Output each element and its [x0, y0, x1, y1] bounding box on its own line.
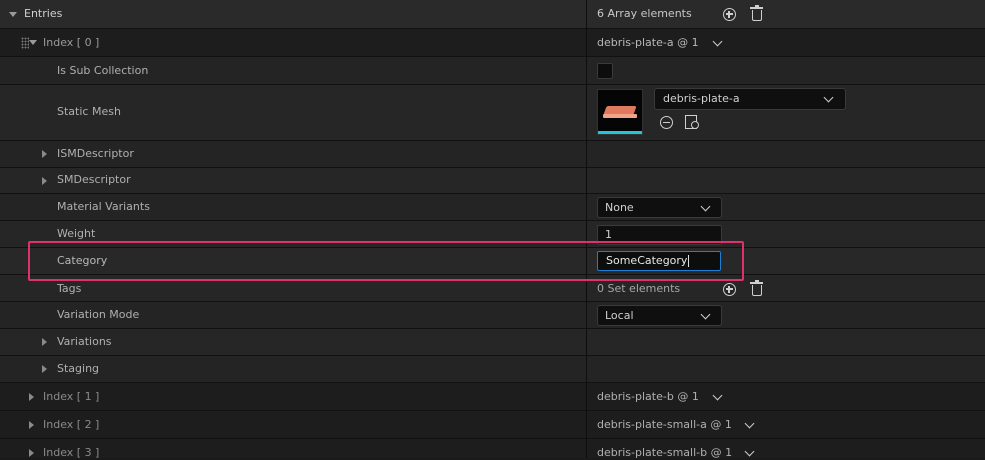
- expand-arrow-icon[interactable]: [9, 12, 17, 17]
- index-2-label: Index [ 2 ]: [43, 418, 100, 431]
- is-sub-collection-checkbox[interactable]: [597, 63, 613, 79]
- weight-input[interactable]: 1: [597, 225, 722, 245]
- tags-label: Tags: [57, 282, 82, 295]
- expand-arrow-icon[interactable]: [42, 365, 47, 373]
- expand-arrow-icon[interactable]: [29, 449, 34, 457]
- variations-label: Variations: [57, 335, 112, 348]
- static-mesh-label: Static Mesh: [57, 105, 121, 118]
- text-caret: [688, 255, 690, 267]
- variation-mode-label: Variation Mode: [57, 308, 140, 321]
- category-input[interactable]: SomeCategory: [597, 251, 721, 271]
- browse-asset-icon[interactable]: [685, 115, 699, 129]
- sm-descriptor-label: SMDescriptor: [57, 173, 131, 186]
- index-1-value: debris-plate-b @ 1: [597, 390, 699, 403]
- index-0-row[interactable]: Index [ 0 ] debris-plate-a @ 1: [0, 29, 985, 57]
- is-sub-collection-label: Is Sub Collection: [57, 64, 149, 77]
- tags-row: Tags 0 Set elements: [0, 275, 985, 302]
- entries-count: 6 Array elements: [597, 7, 692, 20]
- expand-arrow-icon[interactable]: [42, 177, 47, 185]
- staging-row[interactable]: Staging: [0, 356, 985, 383]
- chevron-down-icon[interactable]: [700, 309, 711, 320]
- expand-arrow-icon[interactable]: [29, 421, 34, 429]
- variation-mode-row: Variation Mode Local: [0, 302, 985, 329]
- weight-row: Weight 1: [0, 221, 985, 248]
- expand-arrow-icon[interactable]: [42, 338, 47, 346]
- material-variants-row: Material Variants None: [0, 194, 985, 221]
- material-variants-value: None: [605, 201, 634, 214]
- chevron-down-icon[interactable]: [700, 201, 711, 212]
- ism-descriptor-label: ISMDescriptor: [57, 147, 134, 160]
- variation-mode-value: Local: [605, 309, 634, 322]
- index-1-row[interactable]: Index [ 1 ] debris-plate-b @ 1: [0, 383, 985, 411]
- index-3-row[interactable]: Index [ 3 ] debris-plate-small-b @ 1: [0, 439, 985, 459]
- use-selected-asset-icon[interactable]: [660, 116, 673, 129]
- trash-icon[interactable]: [750, 5, 763, 21]
- expand-arrow-icon[interactable]: [42, 150, 47, 158]
- variation-mode-dropdown[interactable]: Local: [597, 305, 722, 326]
- expand-arrow-icon[interactable]: [29, 40, 37, 45]
- weight-value: 1: [605, 228, 612, 241]
- index-0-label: Index [ 0 ]: [43, 36, 100, 49]
- category-label: Category: [57, 254, 108, 267]
- trash-icon[interactable]: [750, 280, 763, 296]
- category-row: Category: [0, 248, 985, 275]
- variations-row[interactable]: Variations: [0, 329, 985, 356]
- add-element-icon[interactable]: [723, 8, 736, 21]
- static-mesh-dropdown[interactable]: debris-plate-a: [654, 88, 846, 110]
- mesh-thumbnail[interactable]: [597, 89, 643, 135]
- material-variants-dropdown[interactable]: None: [597, 197, 722, 218]
- material-variants-label: Material Variants: [57, 200, 150, 213]
- drag-handle-icon[interactable]: [21, 37, 29, 49]
- static-mesh-row: Static Mesh debris-plate-a: [0, 85, 985, 141]
- expand-arrow-icon[interactable]: [29, 393, 34, 401]
- chevron-down-icon[interactable]: [823, 92, 834, 103]
- index-2-row[interactable]: Index [ 2 ] debris-plate-small-a @ 1: [0, 411, 985, 439]
- weight-label: Weight: [57, 227, 96, 240]
- index-1-label: Index [ 1 ]: [43, 390, 100, 403]
- staging-label: Staging: [57, 362, 100, 375]
- sm-descriptor-row[interactable]: SMDescriptor: [0, 168, 985, 194]
- category-value: SomeCategory: [606, 254, 688, 267]
- entries-label: Entries: [24, 7, 63, 20]
- add-element-icon[interactable]: [723, 283, 736, 296]
- ism-descriptor-row[interactable]: ISMDescriptor: [0, 141, 985, 168]
- entries-row[interactable]: Entries 6 Array elements: [0, 0, 985, 29]
- column-divider[interactable]: [586, 0, 587, 458]
- is-sub-collection-row: Is Sub Collection: [0, 57, 985, 85]
- index-0-value: debris-plate-a @ 1: [597, 36, 699, 49]
- static-mesh-value: debris-plate-a: [663, 92, 740, 105]
- index-2-value: debris-plate-small-a @ 1: [597, 418, 732, 431]
- tags-count: 0 Set elements: [597, 282, 681, 295]
